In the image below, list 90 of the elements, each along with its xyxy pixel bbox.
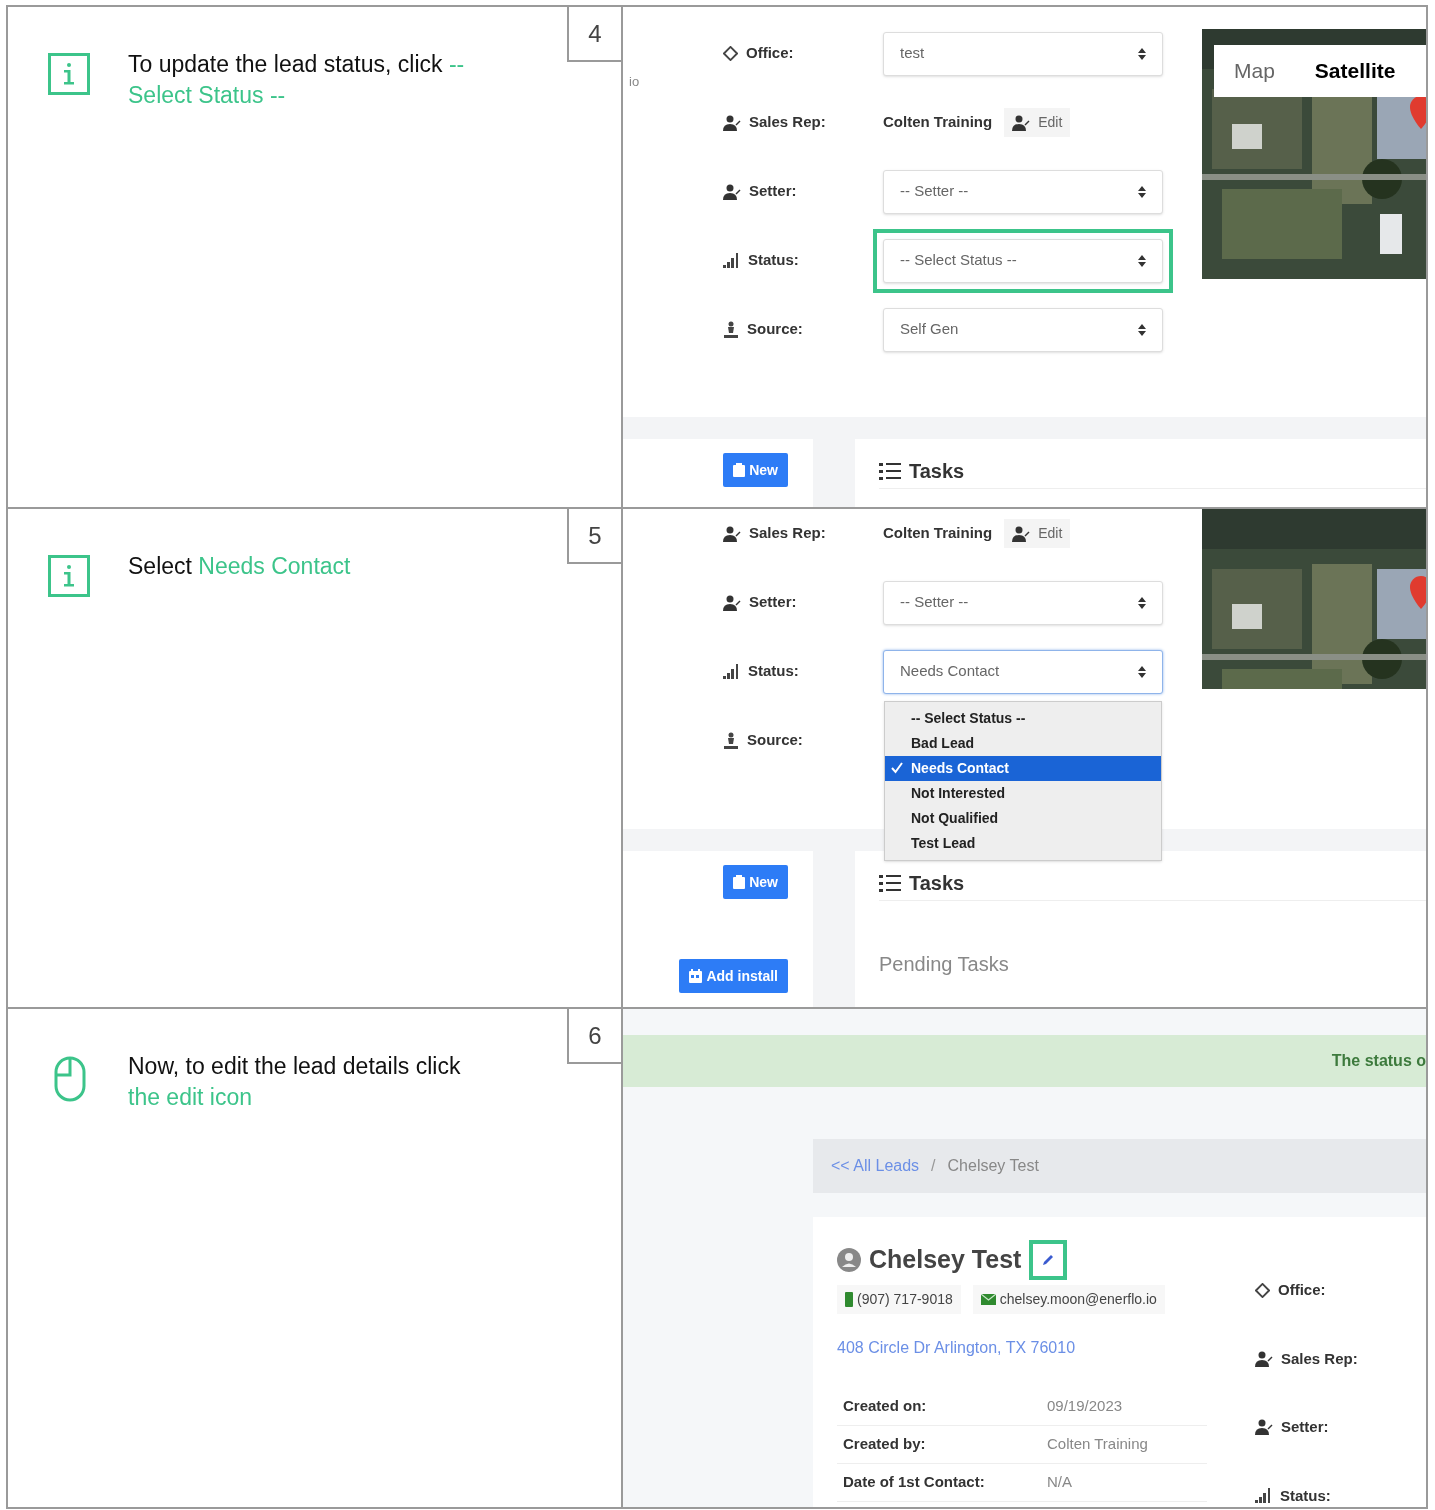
pencil-icon <box>1041 1253 1056 1267</box>
select-field[interactable]: test <box>883 31 1163 76</box>
signal-bars-icon <box>1255 1488 1272 1504</box>
new-button[interactable]: New <box>723 865 788 899</box>
info-icon <box>48 555 90 597</box>
clipboard-icon <box>733 875 746 889</box>
dropdown-option[interactable]: Not Qualified <box>885 805 1161 831</box>
add-install-button[interactable]: Add install <box>679 959 788 993</box>
breadcrumb-separator: / <box>931 1156 936 1176</box>
edit-button[interactable]: Edit <box>1004 108 1071 137</box>
mail-icon <box>980 1294 996 1305</box>
card-title: Tasks <box>909 458 965 484</box>
banner-text: The status o <box>1331 1051 1426 1071</box>
field-label: Source: <box>747 319 803 340</box>
address-link[interactable]: 408 Circle Dr Arlington, TX 76010 <box>837 1336 1207 1360</box>
sort-icon <box>1138 665 1146 678</box>
rep-name: Colten Training <box>883 523 993 544</box>
step-number: 6 <box>567 1009 621 1064</box>
field-label: Status: <box>748 250 799 271</box>
select-field[interactable]: -- Setter -- <box>883 169 1163 214</box>
signal-bars-icon <box>723 253 740 268</box>
detail-label: Date of 1st Contact: <box>842 1472 986 1493</box>
select-field[interactable]: Self Gen <box>883 307 1163 352</box>
user-icon <box>723 525 741 542</box>
new-button[interactable]: New <box>723 453 788 487</box>
field-label: Source: <box>747 730 803 751</box>
field-label: Office: <box>1278 1280 1326 1300</box>
field-label: Status: <box>1280 1485 1331 1506</box>
instruction-text: Now, to edit the lead details click the edit icon <box>128 1052 462 1112</box>
email-chip: chelsey.moon@enerflo.io <box>972 1285 1165 1314</box>
user-icon <box>1012 114 1031 131</box>
dropdown-option[interactable]: Bad Lead <box>885 730 1161 756</box>
instruction-text: Select Needs Contact <box>128 552 352 581</box>
field-label: Sales Rep: <box>749 523 826 544</box>
person-icon <box>723 321 739 338</box>
edit-button[interactable] <box>1029 1240 1068 1280</box>
diamond-icon <box>723 46 738 61</box>
dropdown-option[interactable]: Not Interested <box>885 780 1161 806</box>
rep-name: Colten Training <box>883 112 993 133</box>
lead-name: Chelsey Test <box>869 1244 1022 1276</box>
sort-icon <box>1138 596 1146 609</box>
calendar-icon <box>689 969 703 983</box>
instruction-text: To update the lead status, click -- Select Status -- <box>128 50 466 110</box>
user-icon <box>723 183 741 200</box>
user-icon <box>723 594 741 611</box>
info-icon <box>48 53 90 95</box>
select-field[interactable]: -- Setter -- <box>883 580 1163 625</box>
select-field[interactable]: -- Select Status -- <box>883 238 1163 283</box>
list-icon <box>879 873 901 892</box>
field-label: Office: <box>746 43 794 64</box>
step-number: 4 <box>567 7 621 62</box>
field-label: Setter: <box>749 592 797 613</box>
breadcrumb-current: Chelsey Test <box>947 1156 1039 1176</box>
list-icon <box>879 461 901 480</box>
dropdown-option[interactable]: Needs Contact <box>885 755 1161 781</box>
field-label: Sales Rep: <box>749 112 826 133</box>
phone-chip: (907) 717-9018 <box>837 1285 961 1314</box>
field-label: Sales Rep: <box>1281 1348 1358 1369</box>
field-label: Status: <box>748 661 799 682</box>
field-label: Setter: <box>1281 1417 1329 1437</box>
signal-bars-icon <box>723 664 740 679</box>
detail-value: 09/19/2023 <box>1047 1396 1123 1417</box>
sort-icon <box>1138 185 1146 198</box>
dropdown-option[interactable]: Test Lead <box>885 830 1161 856</box>
step-number: 5 <box>567 509 621 564</box>
user-icon <box>1255 1350 1273 1367</box>
dropdown-option[interactable]: -- Select Status -- <box>885 705 1161 731</box>
field-label: Setter: <box>749 181 797 202</box>
diamond-icon <box>1255 1282 1270 1298</box>
detail-label: Created on: <box>842 1396 928 1417</box>
person-icon <box>723 732 739 749</box>
user-icon <box>723 114 741 131</box>
map-tab[interactable]: Satellite <box>1294 55 1416 87</box>
sort-icon <box>1138 323 1146 336</box>
sort-icon <box>1138 47 1146 60</box>
phone-icon <box>845 1292 853 1307</box>
user-icon <box>1012 525 1031 542</box>
avatar-icon <box>837 1248 861 1272</box>
card-title: Tasks <box>909 870 965 896</box>
cut-text: io <box>629 74 640 89</box>
section-title: Pending Tasks <box>879 952 1010 977</box>
edit-button[interactable]: Edit <box>1004 519 1071 548</box>
map-tab[interactable]: Map <box>1214 55 1295 87</box>
user-icon <box>1255 1419 1273 1436</box>
check-icon <box>891 762 903 774</box>
detail-value: Colten Training <box>1047 1434 1148 1455</box>
clipboard-icon <box>733 463 746 477</box>
sort-icon <box>1138 254 1146 267</box>
detail-label: Created by: <box>842 1434 927 1455</box>
detail-value: N/A <box>1047 1472 1072 1493</box>
